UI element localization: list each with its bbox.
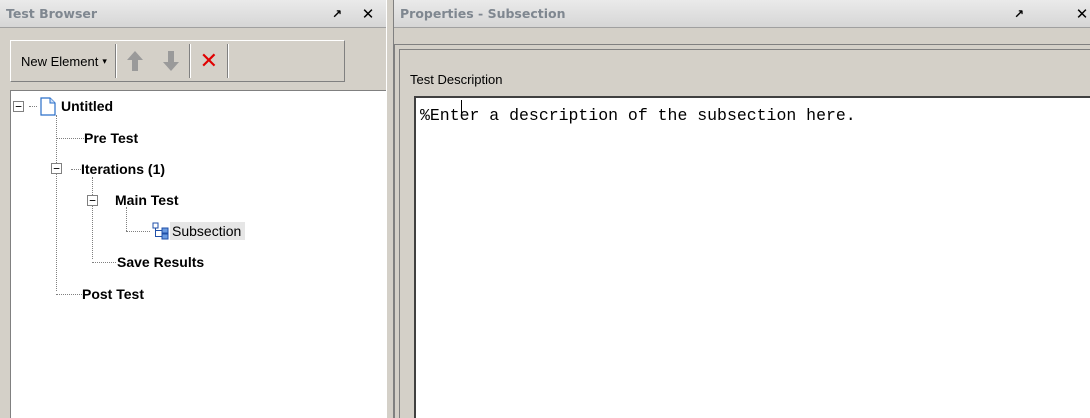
delete-x-icon: ✕ [199, 48, 219, 74]
test-browser-titlebar: Test Browser ↗ ✕ [0, 0, 386, 28]
tree-line [126, 231, 150, 232]
panel-splitter[interactable] [386, 0, 394, 418]
tree-line [56, 294, 82, 295]
move-down-button[interactable] [153, 44, 189, 78]
tree-item-label: Save Results [117, 254, 205, 270]
chevron-down-icon: ▾ [102, 55, 107, 66]
tree-line [126, 207, 127, 231]
close-icon[interactable]: ✕ [1073, 5, 1090, 23]
tree-line [71, 169, 81, 170]
arrow-up-icon [126, 51, 143, 71]
panel-title: Test Browser [6, 6, 98, 21]
properties-content: Test Description %Enter a description of… [394, 44, 1090, 418]
tree-item-subsection[interactable]: Subsection [170, 222, 246, 240]
tree-line [56, 115, 57, 291]
test-tree[interactable]: − Untitled Pre Test − Iterations (1) − M… [10, 90, 386, 418]
panel-title: Properties - Subsection [400, 6, 566, 21]
tree-item-pre-test[interactable]: Pre Test [84, 129, 138, 147]
collapse-toggle[interactable]: − [51, 163, 62, 174]
new-element-button[interactable]: New Element ▾ [11, 44, 115, 78]
properties-titlebar: Properties - Subsection ↗ ✕ [394, 0, 1090, 28]
collapse-toggle[interactable]: − [13, 101, 24, 112]
tree-line [56, 138, 84, 139]
new-element-label: New Element [21, 53, 99, 69]
tree-item-label: Main Test [115, 192, 179, 208]
tree-item-post-test[interactable]: Post Test [82, 285, 144, 303]
test-description-label: Test Description [410, 72, 503, 87]
tree-line [29, 106, 37, 107]
tree-item-main-test[interactable]: Main Test [115, 191, 179, 209]
tree-item-label: Untitled [61, 98, 114, 114]
properties-frame: Test Description %Enter a description of… [399, 49, 1090, 418]
tree-item-iterations[interactable]: Iterations (1) [81, 160, 165, 178]
tree-line [92, 262, 116, 263]
toolbar-separator [226, 44, 229, 78]
tree-item-label: Pre Test [84, 130, 139, 146]
test-description-textarea[interactable]: %Enter a description of the subsection h… [414, 96, 1090, 418]
tree-item-untitled[interactable]: Untitled [61, 97, 113, 115]
document-icon [40, 97, 56, 116]
tree-line [92, 177, 93, 259]
tree-item-label: Subsection [172, 223, 242, 239]
properties-panel: Properties - Subsection ↗ ✕ Test Descrip… [394, 0, 1090, 418]
tree-item-label: Iterations (1) [81, 161, 166, 177]
text-cursor [461, 100, 462, 116]
subsection-icon [152, 222, 169, 240]
close-icon[interactable]: ✕ [359, 5, 377, 23]
pin-icon[interactable]: ↗ [328, 5, 346, 23]
arrow-down-icon [162, 51, 179, 71]
description-text: %Enter a description of the subsection h… [420, 106, 856, 125]
test-browser-panel: Test Browser ↗ ✕ New Element ▾ ✕ − Untit… [0, 0, 386, 418]
test-browser-toolbar: New Element ▾ ✕ [10, 40, 345, 82]
collapse-toggle[interactable]: − [87, 195, 98, 206]
tree-item-save-results[interactable]: Save Results [117, 253, 204, 271]
tree-item-label: Post Test [82, 286, 144, 302]
delete-button[interactable]: ✕ [191, 44, 227, 78]
pin-icon[interactable]: ↗ [1010, 5, 1028, 23]
move-up-button[interactable] [117, 44, 153, 78]
